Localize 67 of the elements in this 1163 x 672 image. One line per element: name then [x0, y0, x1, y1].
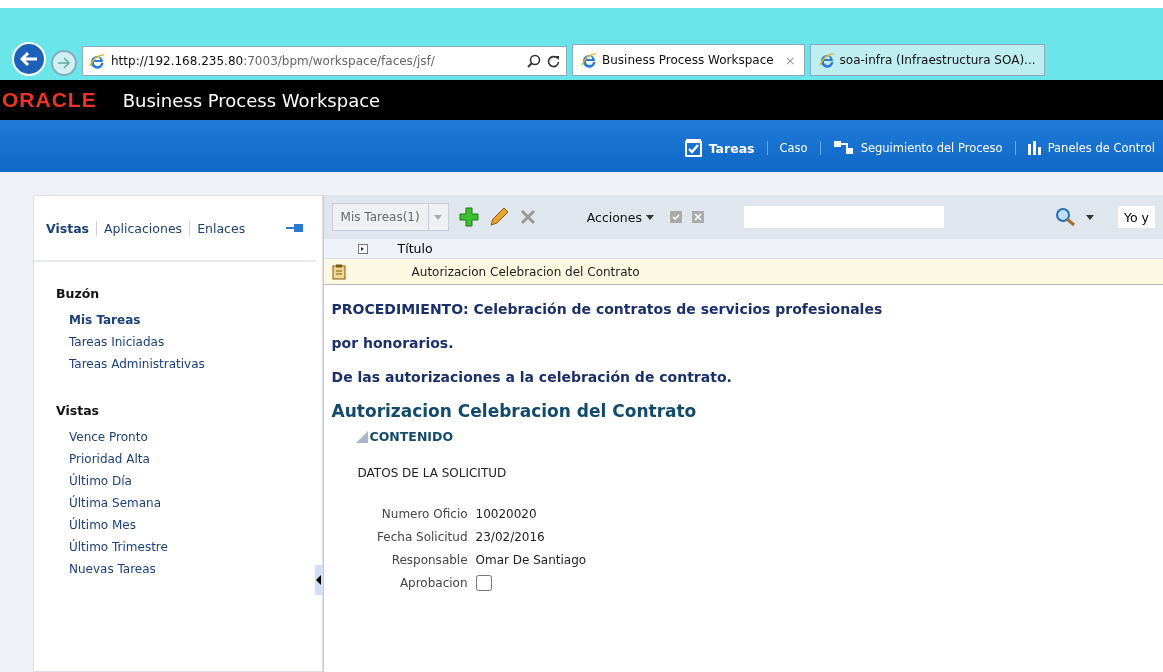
browser-icon [581, 52, 597, 68]
browser-icon [89, 53, 105, 69]
view-dropdown[interactable]: Mis Tareas(1) [331, 203, 449, 231]
checkbox-icon [684, 139, 703, 157]
task-title: Autorizacion Celebracion del Contrato [331, 401, 698, 421]
subsection-title: DATOS DE LA SOLICITUD [357, 466, 508, 480]
reject-icon[interactable] [692, 211, 704, 223]
logo: ORACLE [2, 88, 97, 112]
field-value: 23/02/2016 [475, 529, 546, 544]
refresh-icon[interactable] [547, 54, 560, 68]
caret-icon[interactable] [1086, 214, 1094, 220]
section-title: Vistas [56, 403, 100, 418]
sidebar-tab[interactable]: Enlaces [189, 220, 253, 236]
triangle-icon [355, 430, 368, 443]
caret-icon[interactable] [646, 214, 654, 220]
actions-menu[interactable]: Acciones [580, 208, 660, 226]
pin-icon[interactable] [285, 223, 304, 233]
browser-tab[interactable]: soa-infra (Infraestructura SOA)... [809, 44, 1045, 76]
approve-icon[interactable] [670, 211, 682, 223]
app-title: Business Process Workspace [122, 89, 381, 111]
sidebar-link[interactable]: Prioridad Alta [69, 452, 150, 466]
pencil-icon[interactable] [488, 207, 509, 227]
field-label: Fecha Solicitud [376, 529, 468, 544]
field-label: Numero Oficio [380, 506, 468, 521]
browser-icon [818, 52, 835, 68]
section-toggle[interactable]: CONTENIDO [355, 429, 453, 444]
nav-link[interactable]: Tareas [676, 139, 763, 157]
sidebar-link[interactable]: Último Mes [69, 518, 136, 532]
back-button[interactable] [12, 42, 46, 76]
browser-tab[interactable]: Business Process Workspace × [572, 44, 805, 76]
table-row[interactable]: Autorizacion Celebracion del Contrato [323, 259, 1163, 285]
sidebar-tab[interactable]: Aplicaciones [96, 220, 190, 236]
field-label: Aprobacion [398, 575, 468, 590]
nav-link[interactable]: Paneles de Control [1019, 141, 1163, 155]
nav-link[interactable]: Seguimiento del Proceso [824, 140, 1011, 156]
bar-chart-icon [1027, 141, 1042, 155]
search-field[interactable] [744, 206, 944, 228]
sidebar-link[interactable]: Último Trimestre [69, 540, 168, 554]
add-icon[interactable] [458, 207, 479, 227]
procedure-text: PROCEDIMIENTO: Celebración de contratos de servicios profesionales [331, 301, 884, 317]
field-value: Omar De Santiago [475, 552, 588, 567]
sidebar-link[interactable]: Tareas Iniciadas [69, 335, 165, 349]
nav-link[interactable]: Caso [771, 141, 816, 155]
arrow-right-icon [57, 57, 71, 69]
filter-field[interactable]: Yo y [1118, 206, 1155, 228]
arrow-left-icon [20, 51, 38, 67]
field-label: Responsable [390, 552, 468, 567]
procedure-text: por honorarios. [331, 335, 455, 351]
procedure-text: De las autorizaciones a la celebración de contrato. [331, 369, 733, 385]
sidebar-link[interactable]: Vence Pronto [69, 430, 148, 444]
flow-icon [832, 140, 855, 156]
sidebar-tab[interactable]: Vistas [46, 220, 97, 236]
clipboard-icon [331, 263, 346, 280]
sidebar-link[interactable]: Último Día [69, 474, 132, 488]
approval-checkbox[interactable] [475, 574, 492, 591]
expand-icon[interactable] [357, 243, 368, 254]
section-title: Buzón [56, 286, 100, 301]
address-bar[interactable]: http://192.168.235.80:7003/bpm/workspace/faces/jsf/ [82, 46, 567, 76]
column-header[interactable]: Título [397, 241, 433, 256]
sidebar-link[interactable]: Tareas Administrativas [69, 357, 205, 371]
collapse-handle[interactable] [314, 565, 323, 595]
sidebar-link[interactable]: Mis Tareas [69, 313, 141, 327]
field-value: 10020020 [475, 506, 538, 521]
search-icon[interactable] [527, 54, 541, 68]
sidebar-link[interactable]: Última Semana [69, 496, 161, 510]
table-cell: Autorizacion Celebracion del Contrato [411, 264, 640, 279]
sidebar-link[interactable]: Nuevas Tareas [69, 562, 156, 576]
